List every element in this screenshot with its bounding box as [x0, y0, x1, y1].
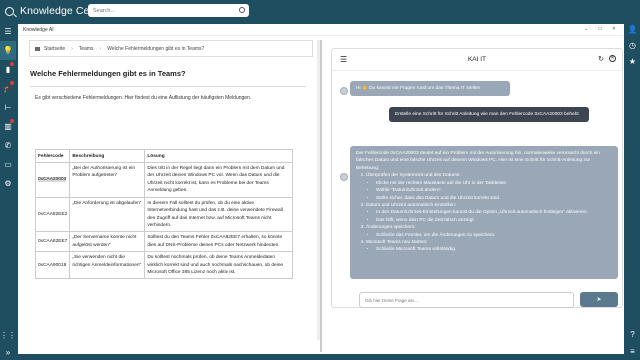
step-title: Änderungen speichern: — [366, 225, 416, 231]
notification-dot — [10, 81, 14, 85]
step-item: Microsoft Teams neu starten: Schließe Mi… — [366, 239, 612, 254]
table-header-row: Fehlercode Beschreibung Lösung — [34, 149, 293, 163]
step-item: Änderungen speichern: Schließe das Fenst… — [366, 224, 612, 239]
chat-icon[interactable]: ▭ — [0, 155, 16, 174]
chart-icon[interactable]: ▥ — [0, 117, 16, 136]
intro-text: Es gibt verschiedene Fehlermeldungen. Hi… — [35, 95, 252, 101]
notification-dot — [10, 119, 14, 123]
menu-icon[interactable]: ☰ — [0, 22, 16, 41]
breadcrumb: Startseite › Teams › Welche Fehlermeldun… — [29, 40, 313, 57]
pane-splitter[interactable] — [320, 40, 322, 352]
window-controls[interactable]: ⌄ ▭ ✕ — [584, 26, 620, 32]
hierarchy-icon[interactable]: ⊢ — [0, 98, 16, 117]
substep: Schließe Microsoft Teams vollständig. — [376, 246, 612, 253]
window-title-text: Knowledge AI — [23, 26, 54, 33]
lightbulb-icon[interactable]: 💡 — [0, 41, 16, 60]
history-icon[interactable]: ◷ — [625, 38, 640, 54]
knowledge-ai-window: Knowledge AI ⌄ ▭ ✕ Startseite › Teams › … — [18, 24, 624, 354]
breadcrumb-teams[interactable]: Teams — [79, 46, 94, 52]
substep: Das hilft, wenn dein PC die Zeit falsch … — [376, 217, 612, 224]
substep: In den Datum/Uhrzeit-Einstellungen kanns… — [376, 209, 612, 216]
notification-dot — [10, 62, 14, 66]
step-item: Datum und Uhrzeit automatisch einstellen… — [366, 202, 612, 224]
right-sidebar: 👤 ◷ ★ ? ≡ — [625, 22, 640, 360]
chat-menu-icon[interactable]: ☰ — [340, 55, 347, 64]
column-header: Fehlercode — [34, 149, 71, 163]
breadcrumb-separator: › — [71, 45, 73, 52]
search-icon[interactable] — [239, 7, 245, 13]
window-title: Knowledge AI — [18, 24, 624, 36]
table-row: 0xCAA82EE2 „Die Anforderung ist abgelauf… — [34, 196, 293, 233]
error-table: Fehlercode Beschreibung Lösung 0xCAA2000… — [34, 149, 293, 280]
bookmark-icon[interactable]: ▮ — [0, 60, 16, 79]
steps-list: Überprüfen der Systemzeit und des Datums… — [356, 172, 612, 254]
send-button[interactable]: ➤ — [580, 292, 618, 307]
column-header: Lösung — [144, 149, 293, 163]
chat-title: KAI IT — [467, 56, 487, 63]
send-icon: ➤ — [596, 297, 602, 303]
star-icon[interactable]: ★ — [625, 54, 640, 70]
breadcrumb-home[interactable]: Startseite — [44, 46, 65, 52]
chat-input[interactable] — [359, 292, 574, 308]
page-title: Welche Fehlermeldungen gibt es in Teams? — [30, 69, 186, 78]
solution-cell: Dies tritt in der Regel liegt dann ein P… — [144, 162, 293, 198]
user-message: Erstelle eine Schritt für Schritt Anleit… — [389, 107, 589, 123]
highlighted-code: 0xCAA20003 — [38, 177, 67, 183]
bot-greeting-message: Hi 👋 Du kannst mir Fragen rund um das Th… — [350, 81, 510, 97]
help-icon[interactable]: ? — [625, 327, 640, 343]
column-header: Beschreibung — [69, 149, 146, 163]
search-input[interactable] — [88, 7, 228, 14]
chat-header: ☰ KAI IT ↻ ✕ — [332, 49, 622, 71]
substep: Stelle sicher, dass das Datum und die Uh… — [376, 195, 612, 202]
search-logo-icon — [5, 6, 14, 16]
bot-avatar — [340, 173, 348, 181]
close-icon[interactable]: ✕ — [609, 55, 616, 62]
user-icon[interactable]: 👤 — [625, 22, 640, 38]
description-cell: „Der Servername konnte nicht aufgelöst w… — [69, 231, 146, 253]
global-search[interactable] — [88, 4, 249, 17]
divider — [30, 86, 306, 87]
substep: Wähle "Datum/Uhrzeit ändern". — [376, 187, 612, 194]
gear-icon[interactable]: ⚙ — [0, 174, 16, 193]
graduation-cap-icon[interactable]: 🎓 — [0, 79, 16, 98]
expand-icon[interactable]: » — [0, 343, 16, 360]
refresh-icon[interactable]: ↻ — [598, 55, 604, 63]
step-title: Datum und Uhrzeit automatisch einstellen… — [366, 202, 457, 208]
answer-intro: Der Fehlercode 0xCAA20003 deutet auf ein… — [356, 151, 600, 171]
megaphone-icon[interactable]: ✆ — [0, 136, 16, 155]
more-icon[interactable]: ≡ — [625, 344, 640, 360]
substep: Schließe das Fenster, um die Änderungen … — [376, 232, 612, 239]
step-title: Überprüfen der Systemzeit und des Datums… — [366, 173, 461, 179]
solution-cell: In diesem Fall solltest du prüfen, ob du… — [144, 196, 293, 233]
home-icon[interactable] — [35, 46, 40, 51]
error-code-cell: 0xCAA82EE7 — [34, 231, 71, 253]
step-item: Überprüfen der Systemzeit und des Datums… — [366, 172, 612, 202]
breadcrumb-current: Welche Fehlermeldungen gibt es in Teams? — [107, 45, 205, 52]
table-row: 0xCAA20003 „Bei der Authorisierung ist e… — [34, 162, 293, 198]
left-sidebar: ☰ 💡 ▮ 🎓 ⊢ ▥ ✆ ▭ ⚙ ⋮⋮ » — [0, 22, 16, 360]
bot-avatar — [340, 87, 348, 95]
table-row: 0xCAA82EE7 „Der Servername konnte nicht … — [34, 231, 293, 253]
solution-cell: Du solltest nochmals prüfen, ob deine Te… — [144, 251, 293, 280]
description-cell: „Sie verwenden nicht die richtigen Anmel… — [69, 251, 146, 280]
solution-cell: Solltest du den Teams Fehler 0xCAA82EE7 … — [144, 231, 293, 253]
top-bar: Knowledge Center — [0, 0, 640, 22]
breadcrumb-separator: › — [99, 45, 102, 52]
error-code-cell: 0xCAA82EE2 — [34, 196, 71, 233]
table-row: 0xCAA90018 „Sie verwenden nicht die rich… — [34, 251, 293, 280]
step-title: Microsoft Teams neu starten: — [366, 240, 428, 246]
error-code-cell: 0xCAA20003 — [34, 162, 71, 198]
bot-answer-message: Der Fehlercode 0xCAA20003 deutet auf ein… — [350, 146, 618, 279]
substep: Klicke mit der rechten Maustaste auf die… — [376, 180, 612, 187]
chat-panel: ☰ KAI IT ↻ ✕ Hi 👋 Du kannst mir Fragen r… — [331, 48, 623, 308]
description-cell: „Bei der Authorisierung ist ein Problem … — [69, 162, 146, 198]
error-code-cell: 0xCAA90018 — [34, 251, 71, 280]
description-cell: „Die Anforderung ist abgelaufen“ — [69, 196, 146, 233]
document-pane: Startseite › Teams › Welche Fehlermeldun… — [23, 40, 313, 350]
